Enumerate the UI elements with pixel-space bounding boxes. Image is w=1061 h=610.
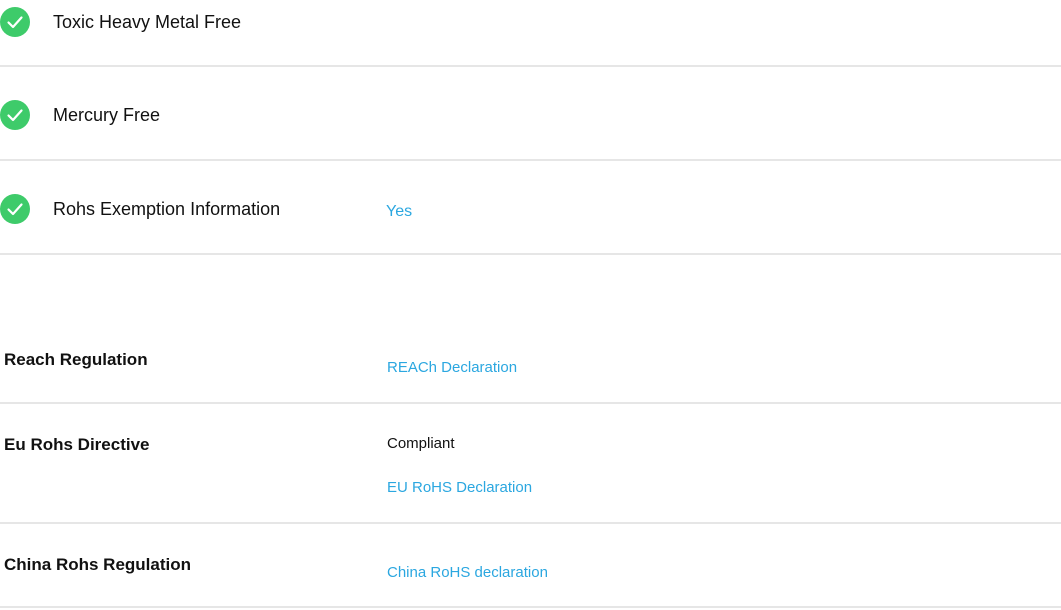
divider: [0, 606, 1061, 608]
rohs-exemption-yes-link[interactable]: Yes: [386, 202, 412, 222]
divider: [0, 65, 1061, 67]
divider: [0, 253, 1061, 255]
checklist-item-label: Toxic Heavy Metal Free: [53, 12, 242, 32]
checklist-item-label: Rohs Exemption Information: [53, 199, 281, 219]
check-circle-icon: [0, 100, 30, 130]
checklist-item-mercury-free: Mercury Free: [0, 100, 1061, 130]
check-circle-icon: [0, 7, 30, 37]
checklist-item-rohs-exemption-information: Rohs Exemption Information Yes: [0, 194, 1061, 224]
regulation-label: Reach Regulation: [4, 350, 148, 369]
check-circle-icon: [0, 194, 30, 224]
divider: [0, 402, 1061, 404]
reach-declaration-link[interactable]: REACh Declaration: [387, 358, 517, 378]
eu-rohs-declaration-link[interactable]: EU RoHS Declaration: [387, 478, 532, 498]
regulation-label: Eu Rohs Directive: [4, 435, 150, 454]
regulation-label: China Rohs Regulation: [4, 555, 191, 574]
checklist-item-toxic-heavy-metal-free: Toxic Heavy Metal Free: [0, 7, 1061, 37]
compliance-panel: Toxic Heavy Metal Free Mercury Free Rohs…: [0, 0, 1061, 610]
china-rohs-declaration-link[interactable]: China RoHS declaration: [387, 563, 548, 583]
divider: [0, 522, 1061, 524]
divider: [0, 159, 1061, 161]
compliance-status: Compliant: [387, 435, 455, 452]
checklist-item-label: Mercury Free: [53, 105, 161, 125]
